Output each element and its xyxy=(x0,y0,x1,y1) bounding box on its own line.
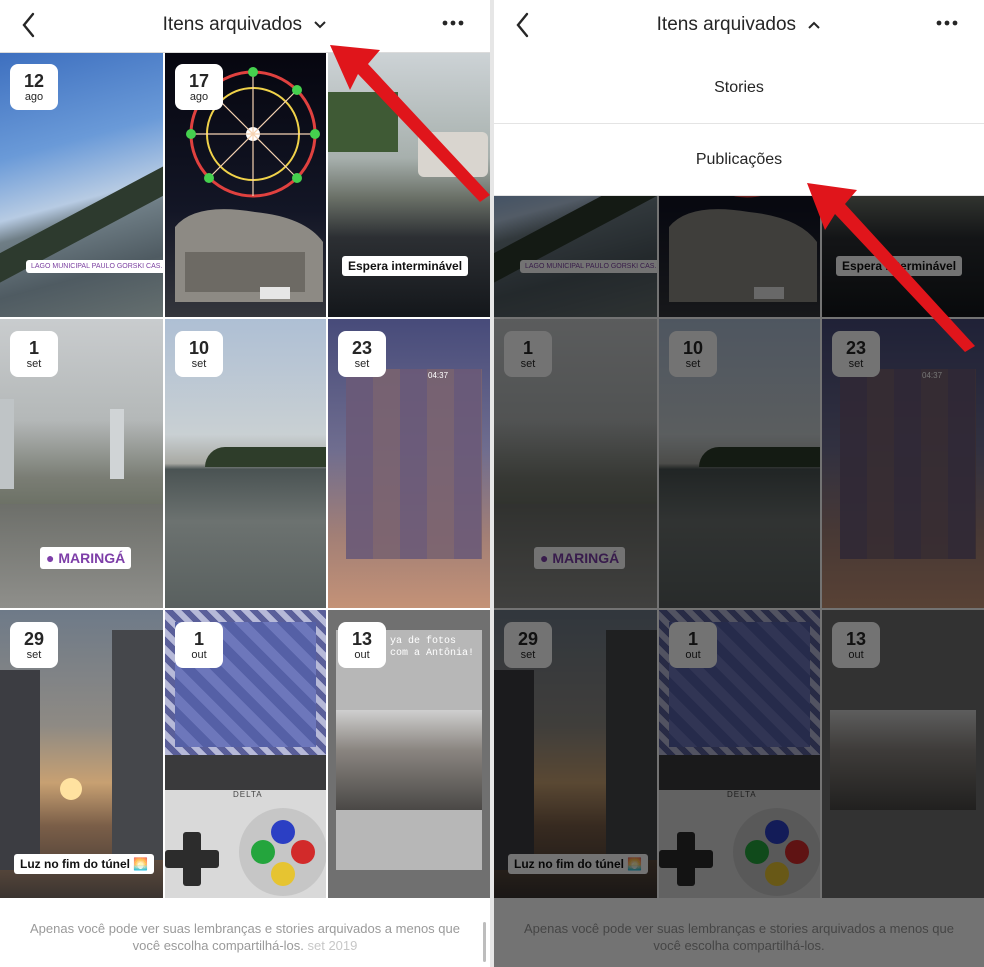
story-thumbnail[interactable]: DELTA 1out xyxy=(165,610,326,898)
story-thumbnail[interactable]: 12 ago LAGO MUNICIPAL PAULO GORSKI CAS... xyxy=(0,52,163,317)
date-badge: 10set xyxy=(175,331,223,377)
story-time: 04:37 xyxy=(428,371,449,380)
archive-title-dropdown[interactable]: Itens arquivados xyxy=(494,14,984,36)
page-title: Itens arquivados xyxy=(656,14,797,35)
app-header: Itens arquivados xyxy=(494,0,984,53)
island xyxy=(205,447,326,467)
story-thumbnail[interactable]: 29set Luz no fim do túnel 🌅 xyxy=(0,610,163,898)
chevron-down-icon xyxy=(314,21,327,29)
menu-item-stories[interactable]: Stories xyxy=(494,52,984,124)
story-thumbnail[interactable]: 1set ● MARINGÁ xyxy=(0,319,163,608)
chevron-up-icon xyxy=(808,21,821,29)
story-thumbnail[interactable]: 17 ago xyxy=(165,52,326,317)
archive-grid: 12 ago LAGO MUNICIPAL PAULO GORSKI CAS...… xyxy=(0,52,490,898)
date-badge: 29set xyxy=(10,622,58,668)
menu-item-publicacoes[interactable]: Publicações xyxy=(494,124,984,196)
app-header: Itens arquivados xyxy=(0,0,490,53)
more-options-icon[interactable] xyxy=(442,18,464,28)
building xyxy=(112,630,163,860)
archive-footer: Apenas você pode ver suas lembranças e s… xyxy=(0,898,490,967)
location-pin-icon: ● xyxy=(46,550,55,566)
page-title: Itens arquivados xyxy=(162,14,303,35)
text-sticker: Luz no fim do túnel 🌅 xyxy=(14,854,155,874)
pixelated-photo xyxy=(346,369,482,559)
date-badge: 12 ago xyxy=(10,64,58,110)
archive-type-menu: Stories Publicações xyxy=(494,52,984,196)
date-badge: 13out xyxy=(338,622,386,668)
location-sticker: LAGO MUNICIPAL PAULO GORSKI CAS... xyxy=(26,260,163,273)
archive-screen-left: Itens arquivados 12 ago LAGO MUNICIPAL PA… xyxy=(0,0,490,967)
story-caption: ya de fotos com a Antônia! xyxy=(390,636,475,659)
building xyxy=(110,409,124,479)
archive-screen-right: Itens arquivados Stories Publicações LAG… xyxy=(494,0,984,967)
building xyxy=(0,399,14,489)
archive-title-dropdown[interactable]: Itens arquivados xyxy=(0,14,490,36)
scrollbar[interactable] xyxy=(483,922,486,962)
dim-overlay[interactable] xyxy=(494,195,984,967)
story-thumbnail[interactable]: 04:37 23set xyxy=(328,319,490,608)
location-sticker: ● MARINGÁ xyxy=(40,547,132,569)
more-options-icon[interactable] xyxy=(936,18,958,28)
footer-timestamp: set 2019 xyxy=(307,938,358,953)
sun xyxy=(60,778,82,800)
date-badge: 23set xyxy=(338,331,386,377)
story-thumbnail[interactable]: ya de fotos com a Antônia! 13 out xyxy=(328,610,490,898)
trees xyxy=(328,92,398,152)
date-badge: 1set xyxy=(10,331,58,377)
story-thumbnail[interactable]: 10set xyxy=(165,319,326,608)
date-badge: 17 ago xyxy=(175,64,223,110)
footer-text: Apenas você pode ver suas lembranças e s… xyxy=(30,921,460,953)
gamepad-icon xyxy=(165,808,326,896)
car-ahead xyxy=(418,132,488,177)
text-sticker: Espera interminável xyxy=(342,256,469,276)
date-badge: 1out xyxy=(175,622,223,668)
brand-label: DELTA xyxy=(233,790,263,799)
group-photo xyxy=(336,710,482,810)
building xyxy=(0,670,40,870)
story-thumbnail[interactable]: Espera interminável xyxy=(328,52,490,317)
